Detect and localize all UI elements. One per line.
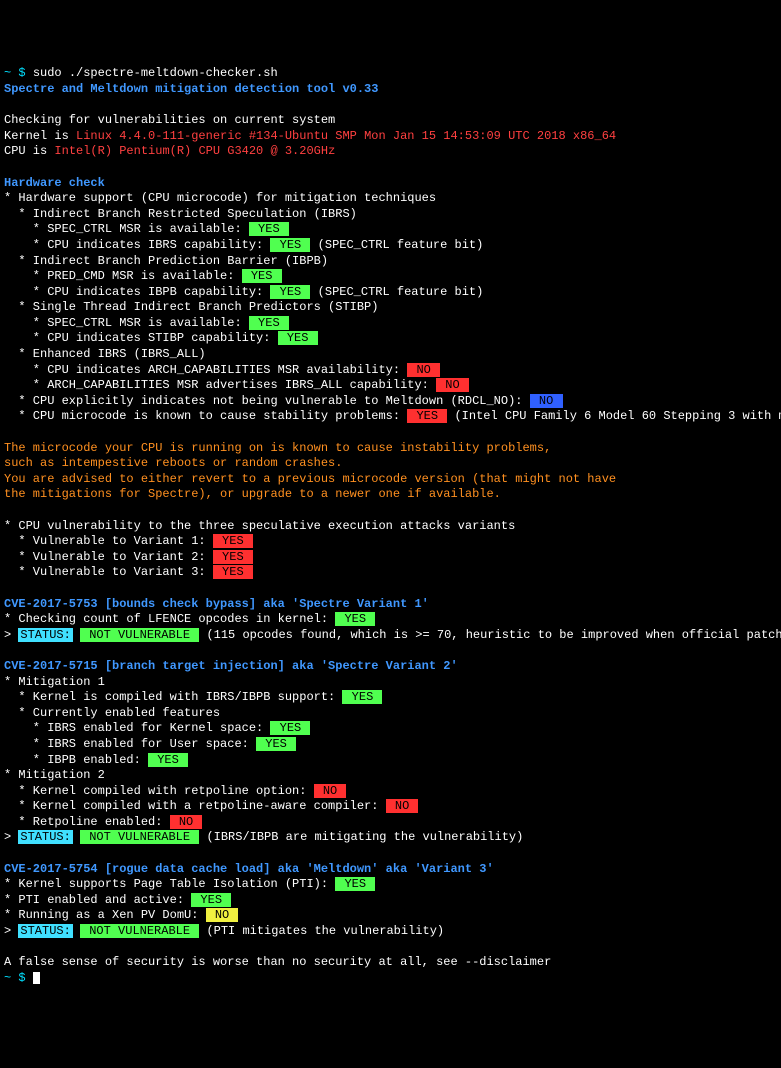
ibrs-capability: * CPU indicates IBRS capability: xyxy=(4,238,270,252)
mitigation-2: * Mitigation 2 xyxy=(4,768,105,782)
prompt[interactable]: ~ $ xyxy=(4,971,33,985)
yes-badge: YES xyxy=(213,565,253,579)
retpoline-compiler: * Kernel compiled with a retpoline-aware… xyxy=(4,799,386,813)
ibrs-user: * IBRS enabled for User space: xyxy=(4,737,256,751)
vuln-header: * CPU vulnerability to the three specula… xyxy=(4,519,515,533)
yes-badge: YES xyxy=(249,222,289,236)
status-label: STATUS: xyxy=(18,924,72,938)
vuln-v3: * Vulnerable to Variant 3: xyxy=(4,565,213,579)
no-badge: NO xyxy=(386,799,419,813)
rdcl-no: * CPU explicitly indicates not being vul… xyxy=(4,394,530,408)
ibrs-kernel: * IBRS enabled for Kernel space: xyxy=(4,721,270,735)
feature-bit: (SPEC_CTRL feature bit) xyxy=(310,285,483,299)
no-badge: NO xyxy=(206,908,239,922)
mit1-compiled: * Kernel is compiled with IBRS/IBPB supp… xyxy=(4,690,342,704)
status-prefix: > xyxy=(4,830,18,844)
microcode-stability: * CPU microcode is known to cause stabil… xyxy=(4,409,407,423)
yes-badge: YES xyxy=(213,534,253,548)
warning-line-4: the mitigations for Spectre), or upgrade… xyxy=(4,487,501,501)
pred-cmd-msr: * PRED_CMD MSR is available: xyxy=(4,269,242,283)
mitigation-1: * Mitigation 1 xyxy=(4,675,105,689)
yes-badge: YES xyxy=(256,737,296,751)
retpoline-option: * Kernel compiled with retpoline option: xyxy=(4,784,314,798)
vuln-v2: * Vulnerable to Variant 2: xyxy=(4,550,213,564)
yes-badge: YES xyxy=(270,721,310,735)
yes-badge: YES xyxy=(270,285,310,299)
terminal-output: ~ $ sudo ./spectre-meltdown-checker.sh S… xyxy=(4,66,777,986)
yes-badge: YES xyxy=(148,753,188,767)
lfence-check: * Checking count of LFENCE opcodes in ke… xyxy=(4,612,335,626)
pti-support: * Kernel supports Page Table Isolation (… xyxy=(4,877,335,891)
stibp-capability: * CPU indicates STIBP capability: xyxy=(4,331,278,345)
cpu-label: CPU is xyxy=(4,144,54,158)
arch-cap-adv: * ARCH_CAPABILITIES MSR advertises IBRS_… xyxy=(4,378,436,392)
mit1-current: * Currently enabled features xyxy=(4,706,220,720)
warning-line-2: such as intempestive reboots or random c… xyxy=(4,456,342,470)
status-label: STATUS: xyxy=(18,830,72,844)
checking-line: Checking for vulnerabilities on current … xyxy=(4,113,335,127)
no-badge: NO xyxy=(407,363,440,377)
arch-cap-avail: * CPU indicates ARCH_CAPABILITIES MSR av… xyxy=(4,363,407,377)
status-prefix: > xyxy=(4,924,18,938)
warning-line-3: You are advised to either revert to a pr… xyxy=(4,472,616,486)
ibpb-header: * Indirect Branch Prediction Barrier (IB… xyxy=(4,254,328,268)
yes-badge: YES xyxy=(335,877,375,891)
yes-badge: YES xyxy=(242,269,282,283)
not-vulnerable-badge: NOT VULNERABLE xyxy=(80,628,199,642)
yes-badge: YES xyxy=(191,893,231,907)
hardware-check-header: Hardware check xyxy=(4,176,105,190)
hw-support-line: * Hardware support (CPU microcode) for m… xyxy=(4,191,436,205)
vuln-v1: * Vulnerable to Variant 1: xyxy=(4,534,213,548)
retpoline-enabled: * Retpoline enabled: xyxy=(4,815,170,829)
no-badge: NO xyxy=(314,784,347,798)
yes-badge: YES xyxy=(249,316,289,330)
no-badge: NO xyxy=(170,815,203,829)
status-label: STATUS: xyxy=(18,628,72,642)
yes-badge: YES xyxy=(335,612,375,626)
prompt: ~ $ xyxy=(4,66,33,80)
feature-bit: (SPEC_CTRL feature bit) xyxy=(310,238,483,252)
cve-5753-header: CVE-2017-5753 [bounds check bypass] aka … xyxy=(4,597,429,611)
no-badge: NO xyxy=(530,394,563,408)
not-vulnerable-badge: NOT VULNERABLE xyxy=(80,924,199,938)
no-badge: NO xyxy=(436,378,469,392)
spec-ctrl-msr-2: * SPEC_CTRL MSR is available: xyxy=(4,316,249,330)
stibp-header: * Single Thread Indirect Branch Predicto… xyxy=(4,300,378,314)
cpu-value: Intel(R) Pentium(R) CPU G3420 @ 3.20GHz xyxy=(54,144,335,158)
yes-badge: YES xyxy=(278,331,318,345)
ibpb-enabled: * IBPB enabled: xyxy=(4,753,148,767)
kernel-value: Linux 4.4.0-111-generic #134-Ubuntu SMP … xyxy=(76,129,616,143)
xen-domU: * Running as a Xen PV DomU: xyxy=(4,908,206,922)
ibpb-capability: * CPU indicates IBPB capability: xyxy=(4,285,270,299)
yes-badge: YES xyxy=(342,690,382,704)
command: sudo ./spectre-meltdown-checker.sh xyxy=(33,66,278,80)
yes-badge: YES xyxy=(407,409,447,423)
pti-enabled: * PTI enabled and active: xyxy=(4,893,191,907)
kernel-label: Kernel is xyxy=(4,129,76,143)
yes-badge: YES xyxy=(270,238,310,252)
tool-title: Spectre and Meltdown mitigation detectio… xyxy=(4,82,378,96)
warning-line-1: The microcode your CPU is running on is … xyxy=(4,441,551,455)
cursor[interactable] xyxy=(33,972,40,984)
cve-5715-header: CVE-2017-5715 [branch target injection] … xyxy=(4,659,458,673)
cve1-detail: (115 opcodes found, which is >= 70, heur… xyxy=(199,628,781,642)
eibrs-header: * Enhanced IBRS (IBRS_ALL) xyxy=(4,347,206,361)
microcode-detail: (Intel CPU Family 6 Model 60 Stepping 3 … xyxy=(447,409,781,423)
disclaimer-footer: A false sense of security is worse than … xyxy=(4,955,551,969)
yes-badge: YES xyxy=(213,550,253,564)
spec-ctrl-msr: * SPEC_CTRL MSR is available: xyxy=(4,222,249,236)
cve-5754-header: CVE-2017-5754 [rogue data cache load] ak… xyxy=(4,862,494,876)
cve3-detail: (PTI mitigates the vulnerability) xyxy=(199,924,444,938)
cve2-detail: (IBRS/IBPB are mitigating the vulnerabil… xyxy=(199,830,523,844)
ibrs-header: * Indirect Branch Restricted Speculation… xyxy=(4,207,357,221)
status-prefix: > xyxy=(4,628,18,642)
not-vulnerable-badge: NOT VULNERABLE xyxy=(80,830,199,844)
